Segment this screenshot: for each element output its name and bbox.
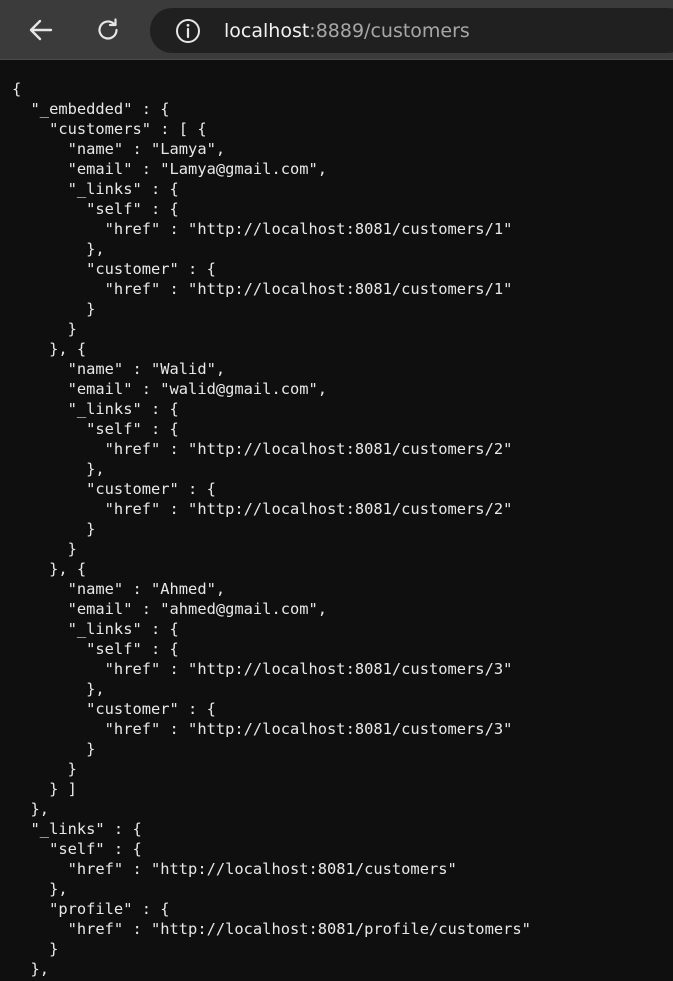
info-icon[interactable]	[175, 18, 201, 44]
json-line: }	[12, 320, 77, 338]
json-line: } ]	[12, 780, 77, 798]
json-line: "self" : {	[12, 640, 179, 658]
json-line: },	[12, 240, 105, 258]
json-line: }	[12, 760, 77, 778]
json-line: "href" : "http://localhost:8081/customer…	[12, 440, 513, 458]
json-line: }, {	[12, 560, 87, 578]
json-line: "_links" : {	[12, 400, 179, 418]
json-line: "href" : "http://localhost:8081/customer…	[12, 500, 513, 518]
json-line: "self" : {	[12, 200, 179, 218]
json-line: }, {	[12, 340, 87, 358]
json-line: "customers" : [ {	[12, 120, 207, 138]
json-line: },	[12, 880, 68, 898]
json-line: }	[12, 940, 59, 958]
address-bar[interactable]: localhost:8889/customers	[150, 8, 673, 53]
reload-icon	[98, 18, 118, 40]
json-line: "href" : "http://localhost:8081/customer…	[12, 860, 457, 878]
json-line: }	[12, 540, 77, 558]
json-line: "customer" : {	[12, 260, 216, 278]
json-line: "email" : "ahmed@gmail.com",	[12, 600, 328, 618]
json-line: "href" : "http://localhost:8081/profile/…	[12, 920, 531, 938]
json-line: }	[12, 740, 96, 758]
json-line: "href" : "http://localhost:8081/customer…	[12, 720, 513, 738]
json-line: "email" : "Lamya@gmail.com",	[12, 160, 328, 178]
json-line: "href" : "http://localhost:8081/customer…	[12, 220, 513, 238]
json-line: "self" : {	[12, 840, 142, 858]
url-text[interactable]: localhost:8889/customers	[224, 19, 470, 43]
json-line: },	[12, 800, 50, 818]
json-line: },	[12, 680, 105, 698]
url-host: localhost	[224, 20, 310, 42]
json-line: },	[12, 960, 50, 978]
reload-button[interactable]	[90, 12, 126, 48]
back-arrow-icon	[29, 19, 53, 41]
browser-toolbar: localhost:8889/customers	[0, 0, 673, 60]
json-line: "email" : "walid@gmail.com",	[12, 380, 328, 398]
json-response-viewer: { "_embedded" : { "customers" : [ { "nam…	[0, 61, 673, 979]
json-line: "profile" : {	[12, 900, 170, 918]
json-line: "_links" : {	[12, 180, 179, 198]
json-line: "_links" : {	[12, 820, 142, 838]
page-content: { "_embedded" : { "customers" : [ { "nam…	[0, 61, 673, 981]
json-line: }	[12, 300, 96, 318]
json-line: "name" : "Walid",	[12, 360, 226, 378]
json-line: "name" : "Ahmed",	[12, 580, 226, 598]
json-line: "href" : "http://localhost:8081/customer…	[12, 280, 513, 298]
json-line: "_links" : {	[12, 620, 179, 638]
json-line: "name" : "Lamya",	[12, 140, 226, 158]
json-line: "customer" : {	[12, 480, 216, 498]
json-line: "customer" : {	[12, 700, 216, 718]
json-line: }	[12, 520, 96, 538]
json-line: "_embedded" : {	[12, 100, 170, 118]
json-line: {	[12, 80, 22, 98]
json-line: "self" : {	[12, 420, 179, 438]
json-line: "href" : "http://localhost:8081/customer…	[12, 660, 513, 678]
back-button[interactable]	[23, 12, 59, 48]
url-path: :8889/customers	[309, 20, 470, 42]
json-line: },	[12, 460, 105, 478]
